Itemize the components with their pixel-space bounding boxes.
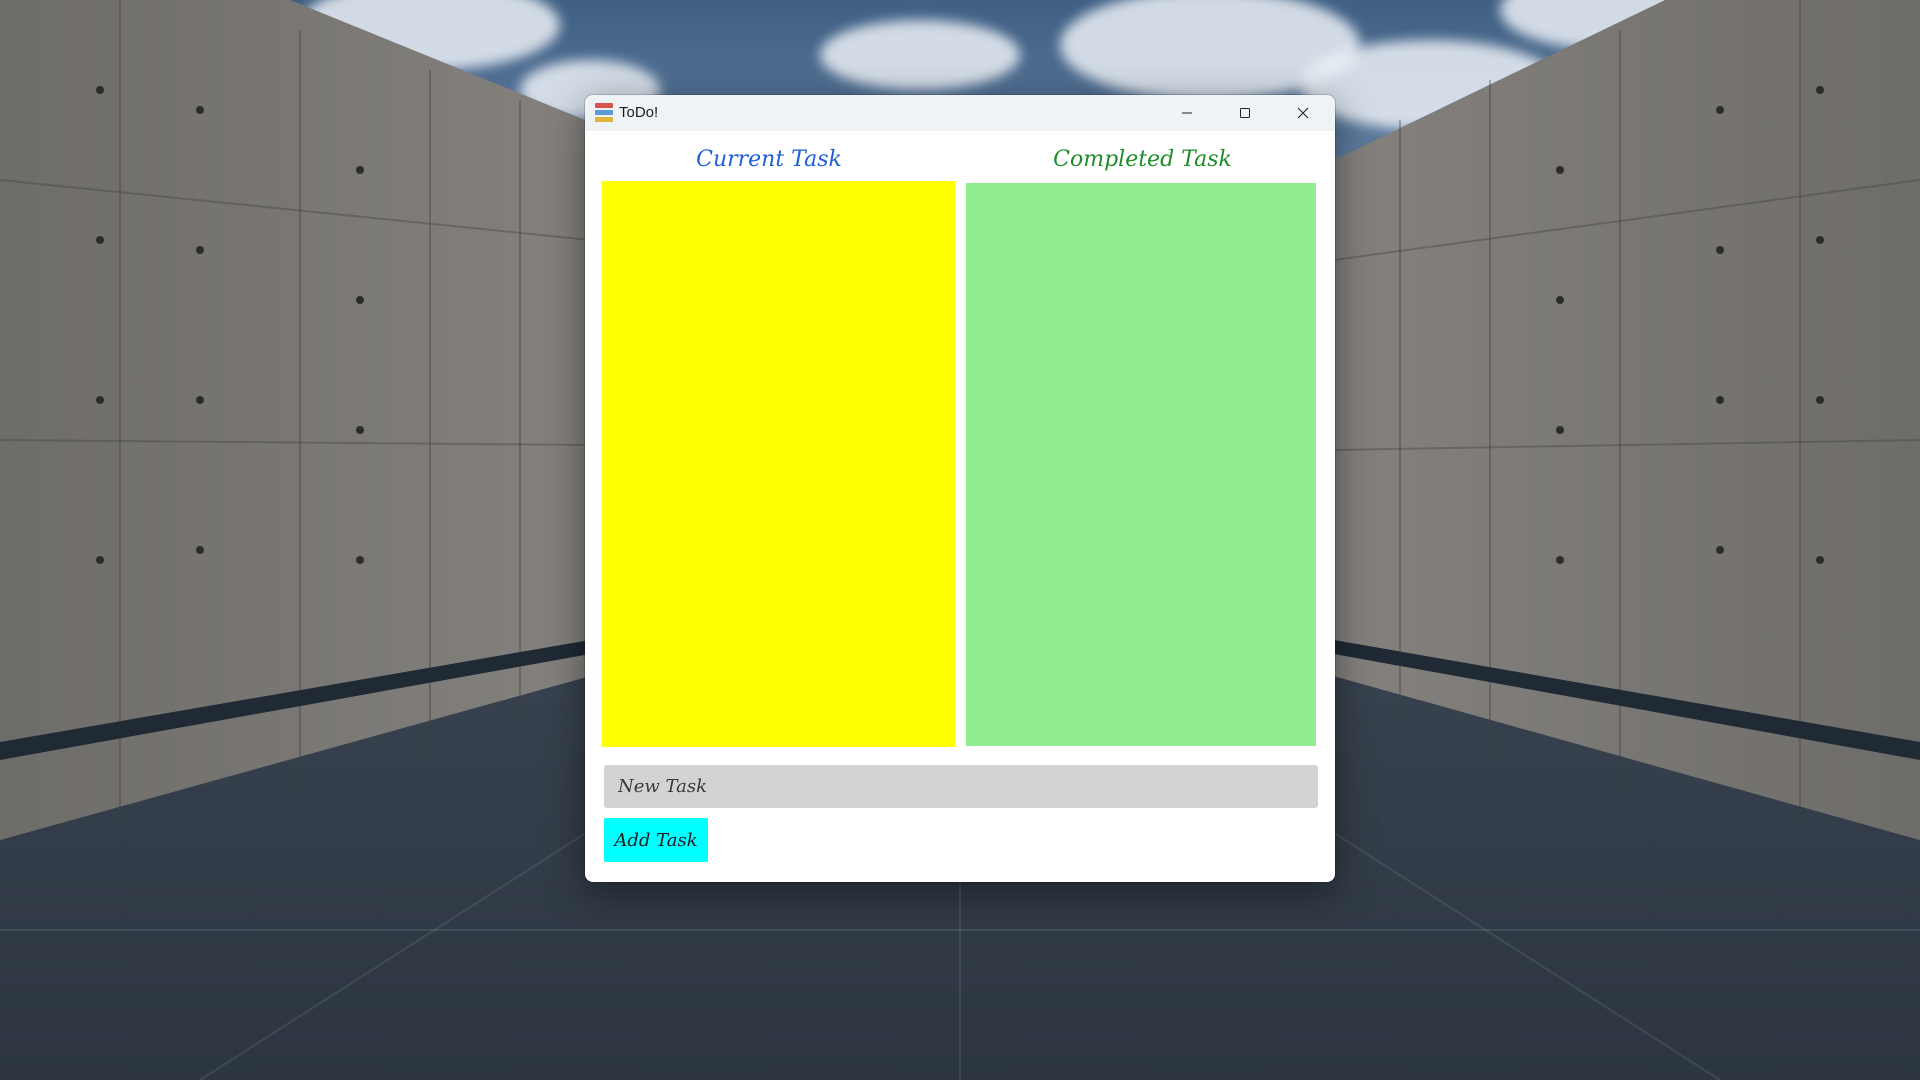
add-task-button[interactable]: Add Task	[604, 818, 708, 862]
current-task-header: Current Task	[696, 147, 842, 172]
new-task-input[interactable]	[604, 765, 1318, 808]
close-icon	[1297, 107, 1309, 119]
completed-task-list[interactable]	[966, 183, 1316, 746]
completed-task-header: Completed Task	[1053, 147, 1232, 172]
window-title: ToDo!	[619, 104, 659, 121]
todo-app-icon	[595, 103, 613, 123]
current-task-list[interactable]	[602, 181, 955, 747]
maximize-icon	[1240, 108, 1250, 118]
todo-window: ToDo! Current Task Completed Task Add Ta…	[585, 95, 1335, 882]
close-button[interactable]	[1274, 95, 1332, 131]
minimize-button[interactable]	[1158, 95, 1216, 131]
title-bar[interactable]: ToDo!	[585, 95, 1335, 131]
maximize-button[interactable]	[1216, 95, 1274, 131]
minimize-icon	[1182, 112, 1192, 114]
